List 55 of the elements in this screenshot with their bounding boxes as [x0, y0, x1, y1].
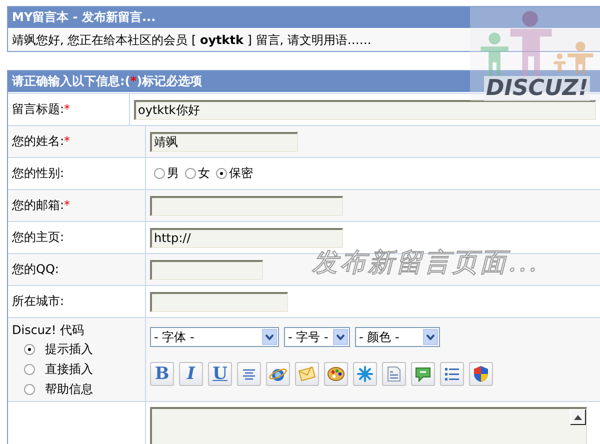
- toolbar-button[interactable]: [237, 362, 261, 386]
- field-label: 留言标题:*: [12, 101, 72, 118]
- chevron-icon: [426, 334, 435, 340]
- radio-button[interactable]: [24, 344, 35, 354]
- toolbar-button[interactable]: [440, 362, 464, 386]
- field-label: Discuz! 代码: [12, 322, 85, 339]
- field-label: 您的姓名:*: [12, 133, 72, 150]
- radio-button[interactable]: [185, 168, 196, 179]
- toolbar-button[interactable]: [382, 362, 406, 386]
- splash-icon: [355, 364, 375, 384]
- input-field[interactable]: [150, 292, 288, 312]
- field-label: 您的性别:: [12, 165, 66, 182]
- toolbar-button[interactable]: [469, 362, 493, 386]
- shield-icon: [471, 364, 491, 384]
- field-label: 您的主页:: [12, 229, 66, 246]
- toolbar-button[interactable]: [295, 362, 319, 386]
- input-field[interactable]: oytktk你好: [134, 100, 596, 120]
- option-label: 保密: [229, 165, 253, 182]
- dropdown[interactable]: - 字号 -: [284, 327, 350, 347]
- toolbar-button[interactable]: [266, 362, 290, 386]
- input-field[interactable]: 靖飒: [150, 132, 298, 152]
- radio-button[interactable]: [24, 364, 35, 374]
- dropdown[interactable]: - 字体 -: [150, 327, 279, 347]
- option-label: 男: [167, 165, 179, 182]
- bold-button[interactable]: B: [150, 362, 174, 386]
- input-field[interactable]: http://: [150, 228, 343, 248]
- option-label: 女: [198, 165, 210, 182]
- page-title: MY留言本 - 发布新留言...: [12, 9, 156, 26]
- option-label: 直接插入: [45, 360, 93, 378]
- toolbar-button[interactable]: [324, 362, 348, 386]
- toolbar-button[interactable]: [411, 362, 435, 386]
- option-label: 提示插入: [45, 340, 93, 358]
- chevron-icon: [336, 334, 345, 340]
- logo-text: DISCUZ!: [484, 76, 590, 101]
- italic-button[interactable]: I: [179, 362, 203, 386]
- palette-icon: [326, 364, 346, 384]
- underline-button[interactable]: U: [208, 362, 232, 386]
- triangle-up-icon: [574, 414, 582, 420]
- input-field[interactable]: [150, 260, 263, 280]
- input-field[interactable]: [150, 196, 343, 216]
- field-label: 所在城市:: [12, 293, 66, 310]
- field-label: 您的QQ:: [12, 261, 60, 278]
- dropdown[interactable]: - 颜色 -: [355, 327, 440, 347]
- scroll-up-button[interactable]: [570, 409, 586, 425]
- field-label: 您的邮箱:*: [12, 197, 72, 214]
- envelope-icon: [297, 364, 317, 384]
- chevron-icon: [265, 334, 274, 340]
- radio-button[interactable]: [216, 168, 227, 179]
- toolbar-button[interactable]: [353, 362, 377, 386]
- option-label: 帮助信息: [45, 380, 93, 398]
- form-title: 请正确输入以下信息:(*)标记必选项: [12, 73, 202, 90]
- caption-text: 发布新留言页面...: [312, 247, 539, 280]
- radio-button[interactable]: [24, 384, 35, 394]
- radio-button[interactable]: [154, 168, 165, 179]
- notice-text: 靖飒您好, 您正在给本社区的会员 [ oytktk ] 留言, 请文明用语……: [12, 32, 372, 48]
